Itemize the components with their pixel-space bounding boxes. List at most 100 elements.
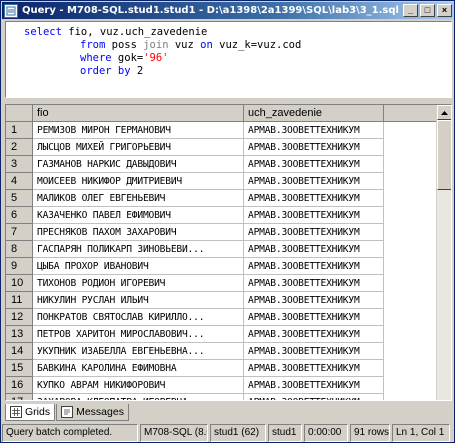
cell-uch-zavedenie[interactable]: АРМАВ.ЗООВЕТТЕХНИКУМ [244,360,384,377]
arrow-up-icon [441,110,448,115]
cell-uch-zavedenie[interactable]: АРМАВ.ЗООВЕТТЕХНИКУМ [244,343,384,360]
cell-fio[interactable]: ГАЗМАНОВ НАРКИС ДАВЫДОВИЧ [33,156,244,173]
cell-fio[interactable]: ГАСПАРЯН ПОЛИКАРП ЗИНОВЬЕВИ... [33,241,244,258]
table-row[interactable]: 9 ЦЫБА ПРОХОР ИВАНОВИЧ АРМАВ.ЗООВЕТТЕХНИКУ… [6,258,436,275]
row-number[interactable]: 4 [6,173,33,190]
table-row[interactable]: 14 УКУПНИК ИЗАБЕЛЛА ЕВГЕНЬЕВНА... АРМАВ.ЗО… [6,343,436,360]
status-row-count: 91 rows [350,424,390,442]
cell-uch-zavedenie[interactable]: АРМАВ.ЗООВЕТТЕХНИКУМ [244,156,384,173]
scroll-thumb[interactable] [437,120,451,190]
cell-uch-zavedenie[interactable]: АРМАВ.ЗООВЕТТЕХНИКУМ [244,122,384,139]
table-row[interactable]: 7 ПРЕСНЯКОВ ПАХОМ ЗАХАРОВИЧ АРМАВ.ЗООВЕТТЕ… [6,224,436,241]
cell-uch-zavedenie[interactable]: АРМАВ.ЗООВЕТТЕХНИКУМ [244,377,384,394]
cell-fio[interactable]: РЕМИЗОВ МИРОН ГЕРМАНОВИЧ [33,122,244,139]
table-row[interactable]: 4 МОИСЕЕВ НИКИФОР ДМИТРИЕВИЧ АРМАВ.ЗООВЕТТ… [6,173,436,190]
column-header-empty [384,105,436,122]
query-doc-icon [4,3,18,18]
scroll-up-button[interactable] [437,105,451,120]
row-number[interactable]: 5 [6,190,33,207]
cell-fio[interactable]: ТИХОНОВ РОДИОН ИГОРЕВИЧ [33,275,244,292]
cell-fio[interactable]: КАЗАЧЕНКО ПАВЕЛ ЕФИМОВИЧ [33,207,244,224]
title-bar[interactable]: Query - M708-SQL.stud1.stud1 - D:\a1398\… [2,2,454,19]
row-number[interactable]: 10 [6,275,33,292]
query-line-3: where gok='96' [80,52,169,65]
table-row[interactable]: 8 ГАСПАРЯН ПОЛИКАРП ЗИНОВЬЕВИ... АРМАВ.ЗОО… [6,241,436,258]
row-number[interactable]: 13 [6,326,33,343]
table-row[interactable]: 16 КУПКО АВРАМ НИКИФОРОВИЧ АРМАВ.ЗООВЕТТЕХ… [6,377,436,394]
table-row[interactable]: 11 НИКУЛИН РУСЛАН ИЛЬИЧ АРМАВ.ЗООВЕТТЕХНИК… [6,292,436,309]
row-number[interactable]: 14 [6,343,33,360]
minimize-button[interactable]: _ [403,4,418,17]
keyword-select: select [24,26,62,38]
cell-fio[interactable]: КУПКО АВРАМ НИКИФОРОВИЧ [33,377,244,394]
cell-fio[interactable]: ЗАХАРОВА КЛЕОПАТРА ИГОРЕВНА... [33,394,244,400]
vertical-scrollbar[interactable] [436,105,451,400]
tab-grids[interactable]: Grids [5,404,56,421]
table-row[interactable]: 1 РЕМИЗОВ МИРОН ГЕРМАНОВИЧ АРМАВ.ЗООВЕТТЕХ… [6,122,436,139]
query-line-4: order by 2 [80,65,143,78]
row-number[interactable]: 8 [6,241,33,258]
cell-fio[interactable]: УКУПНИК ИЗАБЕЛЛА ЕВГЕНЬЕВНА... [33,343,244,360]
cell-uch-zavedenie[interactable]: АРМАВ.ЗООВЕТТЕХНИКУМ [244,275,384,292]
cell-fio[interactable]: БАВКИНА КАРОЛИНА ЕФИМОВНА [33,360,244,377]
table-row[interactable]: 5 МАЛИКОВ ОЛЕГ ЕВГЕНЬЕВИЧ АРМАВ.ЗООВЕТТЕХН… [6,190,436,207]
table-row[interactable]: 17ЗАХАРОВА КЛЕОПАТРА ИГОРЕВНА...АРМАВ.ЗО… [6,394,436,400]
cell-fio[interactable]: МОИСЕЕВ НИКИФОР ДМИТРИЕВИЧ [33,173,244,190]
sql-editor[interactable]: select fio, vuz.uch_zavedenie from poss … [5,21,452,98]
cell-fio[interactable]: ПРЕСНЯКОВ ПАХОМ ЗАХАРОВИЧ [33,224,244,241]
messages-icon [61,406,74,418]
cell-fio[interactable]: МАЛИКОВ ОЛЕГ ЕВГЕНЬЕВИЧ [33,190,244,207]
results-grid[interactable]: fio uch_zavedenie 1 РЕМИЗОВ МИРОН ГЕРМАНО… [5,104,452,401]
table-row[interactable]: 12 ПОНКРАТОВ СВЯТОСЛАВ КИРИЛЛО... АРМАВ.ЗО… [6,309,436,326]
cell-uch-zavedenie[interactable]: АРМАВ.ЗООВЕТТЕХНИКУМ [244,207,384,224]
tab-messages-label: Messages [76,406,124,418]
close-button[interactable]: × [437,4,452,17]
column-header-uch-zavedenie[interactable]: uch_zavedenie [244,105,384,122]
row-number[interactable]: 17 [6,394,33,400]
table-row[interactable]: 3 ГАЗМАНОВ НАРКИС ДАВЫДОВИЧ АРМАВ.ЗООВЕТТЕ… [6,156,436,173]
status-login: stud1 (62) [210,424,266,442]
cell-uch-zavedenie[interactable]: АРМАВ.ЗООВЕТТЕХНИКУМ [244,394,384,400]
status-elapsed-time: 0:00:00 [304,424,348,442]
cell-uch-zavedenie[interactable]: АРМАВ.ЗООВЕТТЕХНИКУМ [244,224,384,241]
table-row[interactable]: 10 ТИХОНОВ РОДИОН ИГОРЕВИЧ АРМАВ.ЗООВЕТТЕХ… [6,275,436,292]
table-poss: poss [105,39,144,51]
row-number[interactable]: 11 [6,292,33,309]
status-cursor-position: Ln 1, Col 1 [392,424,450,442]
cell-uch-zavedenie[interactable]: АРМАВ.ЗООВЕТТЕХНИКУМ [244,309,384,326]
cell-fio[interactable]: ЛЫСЦОВ МИХЕЙ ГРИГОРЬЕВИЧ [33,139,244,156]
table-row[interactable]: 13 ПЕТРОВ ХАРИТОН МИРОСЛАВОВИЧ... АРМАВ.ЗО… [6,326,436,343]
cell-fio[interactable]: ПЕТРОВ ХАРИТОН МИРОСЛАВОВИЧ... [33,326,244,343]
maximize-button[interactable]: □ [420,4,435,17]
row-number[interactable]: 2 [6,139,33,156]
cell-uch-zavedenie[interactable]: АРМАВ.ЗООВЕТТЕХНИКУМ [244,258,384,275]
row-number[interactable]: 6 [6,207,33,224]
tab-messages[interactable]: Messages [56,404,129,421]
cell-uch-zavedenie[interactable]: АРМАВ.ЗООВЕТТЕХНИКУМ [244,139,384,156]
row-number[interactable]: 12 [6,309,33,326]
row-number[interactable]: 16 [6,377,33,394]
row-number[interactable]: 9 [6,258,33,275]
table-vuz: vuz [168,39,201,51]
table-row[interactable]: 2 ЛЫСЦОВ МИХЕЙ ГРИГОРЬЕВИЧ АРМАВ.ЗООВЕТТЕХ… [6,139,436,156]
column-header-fio[interactable]: fio [33,105,244,122]
cell-uch-zavedenie[interactable]: АРМАВ.ЗООВЕТТЕХНИКУМ [244,190,384,207]
table-row[interactable]: 15 БАВКИНА КАРОЛИНА ЕФИМОВНА АРМАВ.ЗООВЕТТ… [6,360,436,377]
row-number[interactable]: 3 [6,156,33,173]
cell-uch-zavedenie[interactable]: АРМАВ.ЗООВЕТТЕХНИКУМ [244,292,384,309]
where-field: gok= [111,52,144,64]
cell-fio[interactable]: ЦЫБА ПРОХОР ИВАНОВИЧ [33,258,244,275]
row-number[interactable]: 15 [6,360,33,377]
where-literal: '96' [143,52,169,64]
row-number[interactable]: 1 [6,122,33,139]
cell-uch-zavedenie[interactable]: АРМАВ.ЗООВЕТТЕХНИКУМ [244,241,384,258]
pane-splitter[interactable] [5,99,452,103]
keyword-on: on [200,39,213,51]
cell-uch-zavedenie[interactable]: АРМАВ.ЗООВЕТТЕХНИКУМ [244,326,384,343]
cell-uch-zavedenie[interactable]: АРМАВ.ЗООВЕТТЕХНИКУМ [244,173,384,190]
cell-fio[interactable]: ПОНКРАТОВ СВЯТОСЛАВ КИРИЛЛО... [33,309,244,326]
order-by-value: 2 [130,65,144,77]
row-number[interactable]: 7 [6,224,33,241]
table-row[interactable]: 6 КАЗАЧЕНКО ПАВЕЛ ЕФИМОВИЧ АРМАВ.ЗООВЕТТЕХ… [6,207,436,224]
cell-fio[interactable]: НИКУЛИН РУСЛАН ИЛЬИЧ [33,292,244,309]
